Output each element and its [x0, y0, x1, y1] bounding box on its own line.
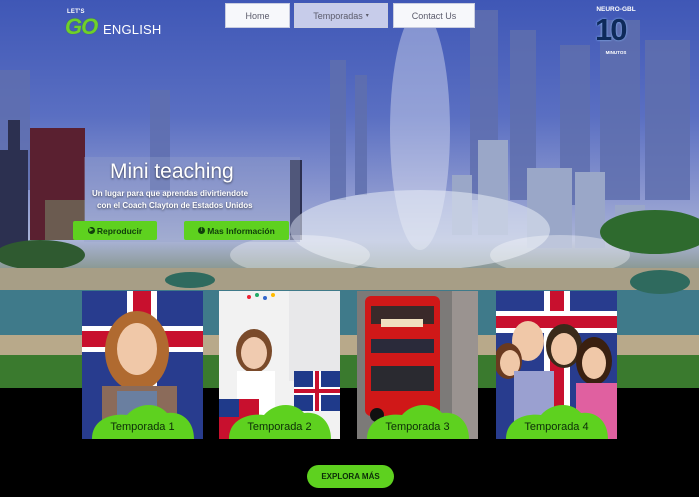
season-1-label-badge: Temporada 1 — [82, 399, 203, 439]
play-button[interactable]: ▶ Reproducir — [73, 221, 157, 240]
info-circle-icon: i — [198, 227, 206, 234]
nav-temporadas-label: Temporadas — [313, 10, 363, 21]
nav-temporadas-dropdown[interactable]: Temporadas ▾ — [294, 3, 388, 28]
season-2-label: Temporada 2 — [247, 421, 312, 433]
play-circle-icon: ▶ — [87, 227, 95, 234]
explore-more-label: EXPLORA MÁS — [321, 472, 380, 481]
logo-go-text: GO — [65, 14, 98, 39]
hero-title: Mini teaching — [110, 160, 234, 183]
hero-subtitle-line2: con el Coach Clayton de Estados Unidos — [97, 201, 253, 210]
logo-english-text: ENGLISH — [103, 22, 162, 37]
season-card-2[interactable]: Temporada 2 — [219, 291, 340, 439]
partner-number-text: 10 — [595, 12, 628, 47]
nav-home-label: Home — [245, 10, 270, 21]
hero-subtitle-line1: Un lugar para que aprendas divirtiendote — [92, 189, 249, 198]
season-card-4[interactable]: Temporada 4 — [496, 291, 617, 439]
chevron-down-icon: ▾ — [365, 13, 369, 19]
neuro-gbl-logo: NEURO-GBL 10 MINUTOS — [592, 6, 640, 58]
season-card-3[interactable]: Temporada 3 — [357, 291, 478, 439]
nav-home-link[interactable]: Home — [225, 3, 290, 28]
page: LET'S GO ENGLISH Home Temporadas ▾ Conta… — [0, 0, 699, 497]
more-info-button[interactable]: i Mas Información — [184, 221, 289, 240]
play-button-label: Reproducir — [96, 225, 143, 236]
season-4-label: Temporada 4 — [524, 421, 589, 433]
season-4-label-badge: Temporada 4 — [496, 399, 617, 439]
nav-contact-label: Contact Us — [411, 10, 457, 21]
season-1-label: Temporada 1 — [110, 421, 175, 433]
more-info-button-label: Mas Información — [207, 225, 275, 236]
season-3-label-badge: Temporada 3 — [357, 399, 478, 439]
nav-contact-link[interactable]: Contact Us — [393, 3, 475, 28]
partner-bottom-text: MINUTOS — [605, 50, 627, 55]
hero-subtitle: Un lugar para que aprendas divirtiendote… — [92, 188, 302, 212]
season-3-label: Temporada 3 — [385, 421, 450, 433]
season-2-label-badge: Temporada 2 — [219, 399, 340, 439]
explore-more-button[interactable]: EXPLORA MÁS — [307, 465, 394, 488]
lets-go-english-logo[interactable]: LET'S GO ENGLISH — [65, 9, 162, 41]
season-card-1[interactable]: Temporada 1 — [82, 291, 203, 439]
